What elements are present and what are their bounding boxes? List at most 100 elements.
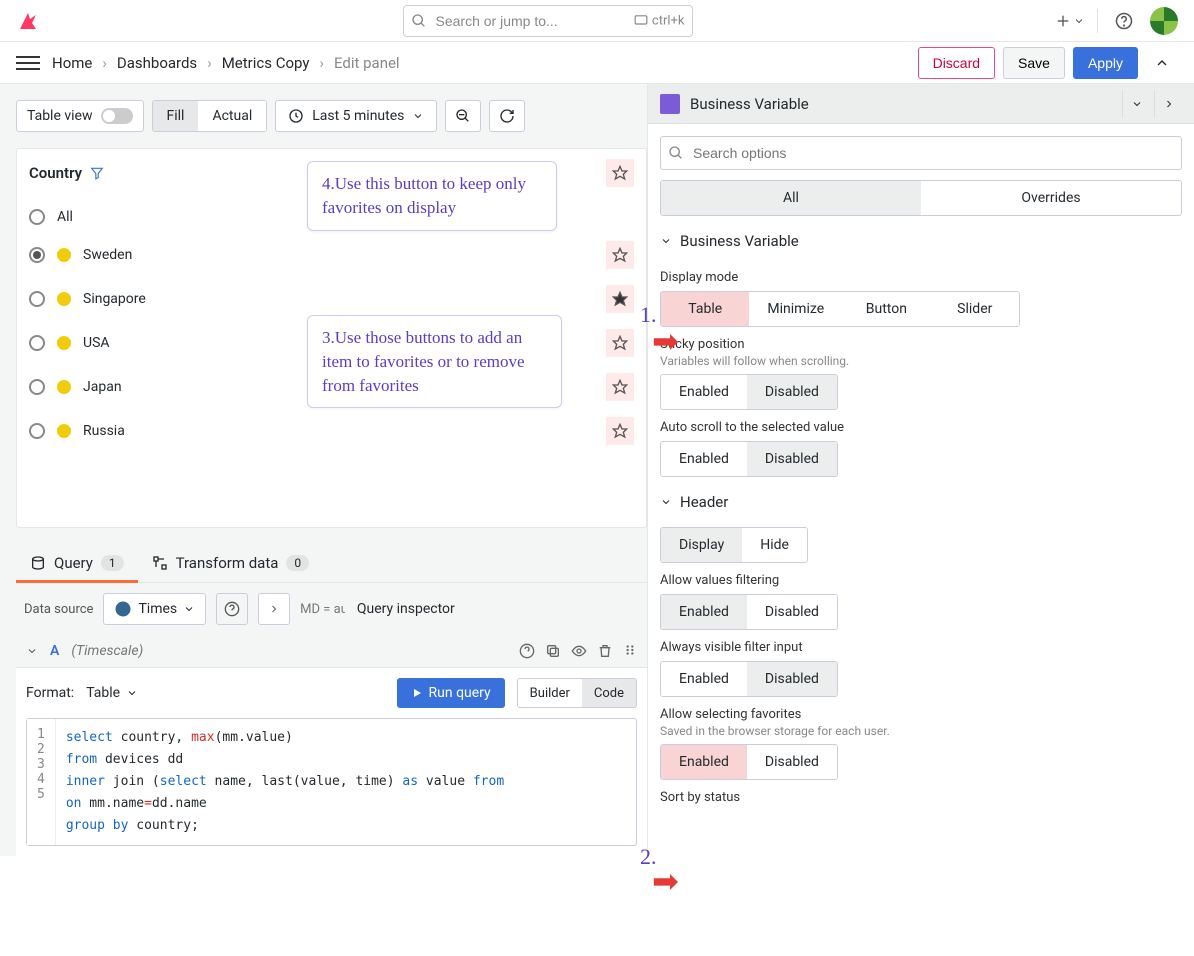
tab-query[interactable]: Query 1 — [16, 544, 138, 582]
radio-button[interactable] — [29, 379, 45, 395]
refresh-icon[interactable] — [489, 100, 525, 132]
copy-icon[interactable] — [545, 643, 561, 659]
add-button[interactable] — [1055, 13, 1085, 29]
display-mode-segment[interactable]: Table Minimize Button Slider — [660, 291, 1020, 327]
callout-3: 3.Use those buttons to add an item to fa… — [307, 315, 562, 408]
panel-type-dropdown-icon[interactable] — [1122, 90, 1150, 118]
country-row[interactable]: Sweden — [17, 233, 646, 277]
filter-enabled[interactable]: Enabled — [661, 595, 747, 629]
country-label: Japan — [83, 379, 122, 395]
opt-minimize[interactable]: Minimize — [749, 292, 842, 326]
favorite-star-button[interactable] — [606, 417, 634, 445]
sticky-enabled[interactable]: Enabled — [661, 375, 747, 409]
code-tab[interactable]: Code — [582, 679, 636, 707]
apply-button[interactable]: Apply — [1073, 47, 1138, 79]
tab-overrides[interactable]: Overrides — [921, 181, 1181, 215]
country-row[interactable]: Russia — [17, 409, 646, 453]
help-sticky: Variables will follow when scrolling. — [660, 354, 1182, 368]
opt-button[interactable]: Button — [842, 292, 930, 326]
label-autoscroll: Auto scroll to the selected value — [660, 420, 1182, 435]
favorite-star-button[interactable] — [606, 285, 634, 313]
radio-button[interactable] — [29, 423, 45, 439]
fav-enabled[interactable]: Enabled — [661, 745, 747, 779]
fill-option[interactable]: Fill — [153, 101, 199, 131]
trash-icon[interactable] — [597, 643, 613, 659]
header-hide[interactable]: Hide — [742, 528, 807, 562]
radio-button[interactable] — [29, 335, 45, 351]
section-business-variable[interactable]: Business Variable — [660, 216, 1182, 260]
separator — [1097, 9, 1098, 33]
query-inspector-button[interactable]: Query inspector — [345, 595, 467, 623]
table-view-toggle[interactable]: Table view — [16, 100, 144, 132]
color-dot — [57, 292, 71, 306]
breadcrumb: Home› Dashboards› Metrics Copy› Edit pan… — [52, 54, 400, 72]
radio-button[interactable] — [29, 209, 45, 225]
discard-button[interactable]: Discard — [918, 47, 995, 79]
zoom-out-icon[interactable] — [445, 100, 481, 132]
expand-icon[interactable] — [258, 593, 290, 625]
label-sort: Sort by status — [660, 790, 1182, 805]
always-enabled[interactable]: Enabled — [661, 662, 747, 696]
always-visible-segment[interactable]: Enabled Disabled — [660, 661, 838, 697]
builder-tab[interactable]: Builder — [518, 679, 582, 707]
query-letter: A — [50, 643, 59, 659]
autoscroll-enabled[interactable]: Enabled — [661, 442, 747, 476]
options-search-input[interactable] — [660, 136, 1182, 170]
crumb-dashboards[interactable]: Dashboards — [117, 54, 197, 72]
panel-title: Country — [29, 164, 82, 182]
user-avatar[interactable] — [1150, 7, 1178, 35]
favorites-filter-button[interactable] — [606, 159, 634, 187]
favorite-star-button[interactable] — [606, 241, 634, 269]
country-label: Sweden — [83, 247, 132, 263]
crumb-current: Edit panel — [334, 54, 400, 72]
favorite-star-button[interactable] — [606, 373, 634, 401]
radio-button[interactable] — [29, 291, 45, 307]
tab-transform[interactable]: Transform data 0 — [138, 544, 324, 582]
autoscroll-disabled[interactable]: Disabled — [747, 442, 837, 476]
time-range-picker[interactable]: Last 5 minutes — [275, 100, 437, 132]
section-header[interactable]: Header — [660, 477, 1182, 521]
tab-all[interactable]: All — [661, 181, 921, 215]
panel-next-icon[interactable] — [1154, 90, 1182, 118]
radio-button[interactable] — [29, 247, 45, 263]
always-disabled[interactable]: Disabled — [747, 662, 837, 696]
country-label: Singapore — [83, 291, 146, 307]
datasource-help-icon[interactable] — [216, 593, 248, 625]
allow-filter-segment[interactable]: Enabled Disabled — [660, 594, 838, 630]
panel-type-icon — [660, 94, 680, 114]
header-segment[interactable]: Display Hide — [660, 527, 808, 563]
filter-disabled[interactable]: Disabled — [747, 595, 837, 629]
logo-icon — [16, 9, 40, 33]
color-dot — [57, 248, 71, 262]
datasource-select[interactable]: Times — [103, 593, 206, 625]
header-display[interactable]: Display — [661, 528, 742, 562]
label-allow-filter: Allow values filtering — [660, 573, 1182, 588]
allow-favorites-segment[interactable]: Enabled Disabled — [660, 744, 838, 780]
actual-option[interactable]: Actual — [198, 101, 266, 131]
opt-slider[interactable]: Slider — [931, 292, 1019, 326]
autoscroll-segment[interactable]: Enabled Disabled — [660, 441, 838, 477]
eye-icon[interactable] — [571, 643, 587, 659]
opt-table[interactable]: Table — [661, 292, 749, 326]
drag-icon[interactable] — [623, 643, 637, 659]
format-select[interactable]: Table — [86, 685, 138, 701]
crumb-copy[interactable]: Metrics Copy — [222, 54, 310, 72]
help-icon[interactable] — [1110, 7, 1138, 35]
menu-icon[interactable] — [16, 51, 40, 75]
sql-editor[interactable]: 12345 select country, max(mm.value) from… — [26, 718, 637, 846]
query-help-icon[interactable] — [519, 643, 535, 659]
collapse-icon[interactable] — [1146, 47, 1178, 79]
fill-actual-segment[interactable]: Fill Actual — [152, 100, 268, 132]
sticky-disabled[interactable]: Disabled — [747, 375, 837, 409]
crumb-home[interactable]: Home — [52, 54, 92, 72]
run-query-button[interactable]: Run query — [397, 678, 505, 708]
save-button[interactable]: Save — [1003, 47, 1065, 79]
filter-icon[interactable] — [90, 166, 104, 180]
panel-type-title: Business Variable — [690, 95, 809, 113]
fav-disabled[interactable]: Disabled — [747, 745, 837, 779]
label-display-mode: Display mode — [660, 270, 1182, 285]
favorite-star-button[interactable] — [606, 329, 634, 357]
search-icon — [411, 13, 427, 29]
label-sticky: Sticky position — [660, 337, 1182, 352]
sticky-segment[interactable]: Enabled Disabled — [660, 374, 838, 410]
